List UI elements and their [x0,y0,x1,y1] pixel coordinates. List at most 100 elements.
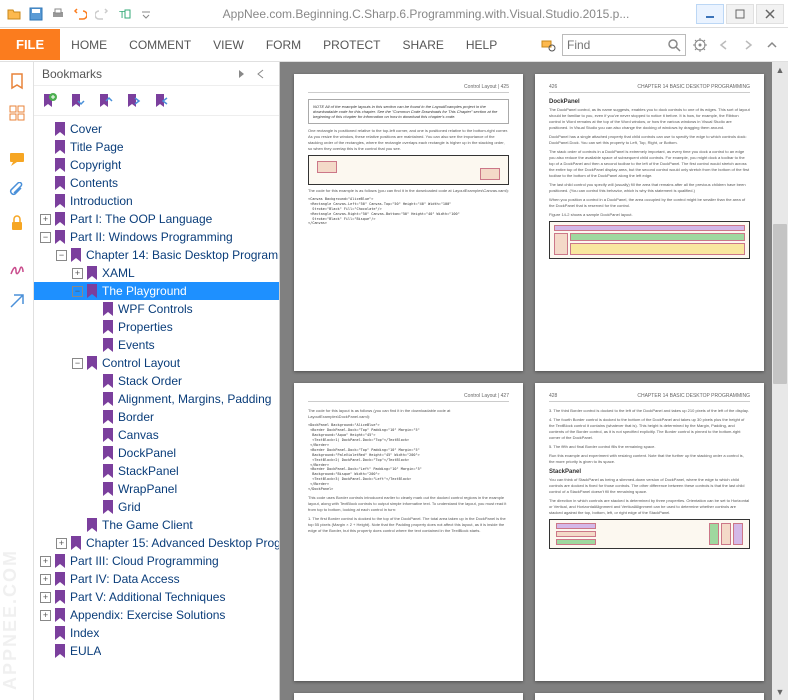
print-icon[interactable] [48,4,68,24]
watermark: APPNEE.COM [0,549,34,690]
attachment-tool-icon[interactable] [4,178,30,204]
page-425[interactable]: Control Layout | 425 NOTE All of the exa… [294,74,523,371]
add-bookmark-icon[interactable] [40,92,58,110]
bookmark-item[interactable]: Canvas [34,426,279,444]
quick-search-icon[interactable] [538,35,558,55]
search-button[interactable] [663,35,685,55]
expand-icon[interactable]: + [40,574,51,585]
document-area[interactable]: Control Layout | 425 NOTE All of the exa… [280,62,788,700]
bookmark-item[interactable]: Properties [34,318,279,336]
bookmark-label: Introduction [70,194,133,208]
bookmark-label: Part III: Cloud Programming [70,554,219,568]
collapse-icon[interactable]: − [40,232,51,243]
expand-icon[interactable]: + [56,538,67,549]
qat-dropdown-icon[interactable] [136,4,156,24]
collapse-icon[interactable]: − [72,358,83,369]
bookmark-item[interactable]: Alignment, Margins, Padding [34,390,279,408]
bookmark-item[interactable]: Copyright [34,156,279,174]
menu-comment[interactable]: COMMENT [118,30,202,60]
redo-icon[interactable] [92,4,112,24]
bookmark-item[interactable]: +Appendix: Exercise Solutions [34,606,279,624]
security-tool-icon[interactable] [4,210,30,236]
svg-text:T: T [119,10,125,21]
bookmark-item[interactable]: Introduction [34,192,279,210]
menu-protect[interactable]: PROTECT [312,30,391,60]
open-icon[interactable] [4,4,24,24]
menu-view[interactable]: VIEW [202,30,255,60]
save-icon[interactable] [26,4,46,24]
panel-hide-icon[interactable] [251,64,271,84]
bookmark-item[interactable]: Index [34,624,279,642]
bookmark-item[interactable]: + Part III: Cloud Programming [34,552,279,570]
move-left-icon[interactable] [152,92,170,110]
bookmark-item[interactable]: WrapPanel [34,480,279,498]
collapse-all-icon[interactable] [96,92,114,110]
bookmark-item[interactable]: Title Page [34,138,279,156]
scroll-up-icon[interactable]: ▲ [772,62,788,78]
bookmark-item[interactable]: +XAML [34,264,279,282]
bookmark-item[interactable]: Cover [34,120,279,138]
menu-share[interactable]: SHARE [392,30,455,60]
bookmark-item[interactable]: + Part I: The OOP Language [34,210,279,228]
page-430[interactable]: 430CHAPTER 14 BASIC DESKTOP PROGRAMMING … [535,693,764,700]
expand-icon[interactable]: + [40,214,51,225]
menu-file[interactable]: FILE [0,29,60,60]
vertical-scrollbar[interactable]: ▲ ▼ [772,62,788,700]
settings-icon[interactable] [690,35,710,55]
bookmark-item[interactable]: Grid [34,498,279,516]
nav-prev-icon[interactable] [714,35,734,55]
comment-tool-icon[interactable] [4,146,30,172]
menu-home[interactable]: HOME [60,30,118,60]
bookmarks-tree[interactable]: CoverTitle PageCopyrightContents Introduc… [34,116,279,700]
minimize-button[interactable] [696,4,724,24]
move-right-icon[interactable] [124,92,142,110]
page-426[interactable]: 426CHAPTER 14 BASIC DESKTOP PROGRAMMING … [535,74,764,371]
bookmark-item[interactable]: −Part II: Windows Programming [34,228,279,246]
bookmark-item[interactable]: −Chapter 14: Basic Desktop Programming [34,246,279,264]
bookmark-item[interactable]: −The Playground [34,282,279,300]
thumbnails-tool-icon[interactable] [4,100,30,126]
bookmark-item[interactable]: EULA [34,642,279,660]
bookmark-label: Part I: The OOP Language [70,212,212,226]
bookmark-item[interactable]: Events [34,336,279,354]
nav-next-icon[interactable] [738,35,758,55]
bookmark-item[interactable]: +Part V: Additional Techniques [34,588,279,606]
page-429[interactable]: Control Layout | 429 The code used here … [294,693,523,700]
bookmarks-header: Bookmarks [34,62,279,86]
bookmark-item[interactable]: StackPanel [34,462,279,480]
collapse-icon[interactable]: − [72,286,83,297]
bookmark-item[interactable]: −Control Layout [34,354,279,372]
menu-form[interactable]: FORM [255,30,312,60]
bookmark-item[interactable]: WPF Controls [34,300,279,318]
close-button[interactable] [756,4,784,24]
ribbon-collapse-icon[interactable] [762,35,782,55]
scroll-thumb[interactable] [773,224,787,384]
scroll-down-icon[interactable]: ▼ [772,684,788,700]
bookmark-item[interactable]: DockPanel [34,444,279,462]
bookmark-item[interactable]: Contents [34,174,279,192]
expand-icon[interactable]: + [40,592,51,603]
expand-icon[interactable]: + [40,556,51,567]
bookmark-item[interactable]: Border [34,408,279,426]
expand-icon[interactable]: + [72,268,83,279]
search-box [562,34,686,56]
bookmark-tool-icon[interactable] [4,68,30,94]
bookmark-item[interactable]: +Part IV: Data Access [34,570,279,588]
page-427[interactable]: Control Layout | 427 The code for this l… [294,383,523,680]
link-tool-icon[interactable] [4,288,30,314]
maximize-button[interactable] [726,4,754,24]
signature-tool-icon[interactable] [4,256,30,282]
bookmark-item[interactable]: Stack Order [34,372,279,390]
collapse-icon[interactable]: − [56,250,67,261]
typewriter-icon[interactable]: T [114,4,134,24]
expand-icon[interactable]: + [40,610,51,621]
bookmark-item[interactable]: +Chapter 15: Advanced Desktop Programmin… [34,534,279,552]
page-428[interactable]: 428CHAPTER 14 BASIC DESKTOP PROGRAMMING … [535,383,764,680]
bookmark-label: Grid [118,500,141,514]
expand-all-icon[interactable] [68,92,86,110]
bookmark-item[interactable]: The Game Client [34,516,279,534]
undo-icon[interactable] [70,4,90,24]
search-input[interactable] [563,38,663,52]
panel-menu-icon[interactable] [231,64,251,84]
menu-help[interactable]: HELP [455,30,508,60]
